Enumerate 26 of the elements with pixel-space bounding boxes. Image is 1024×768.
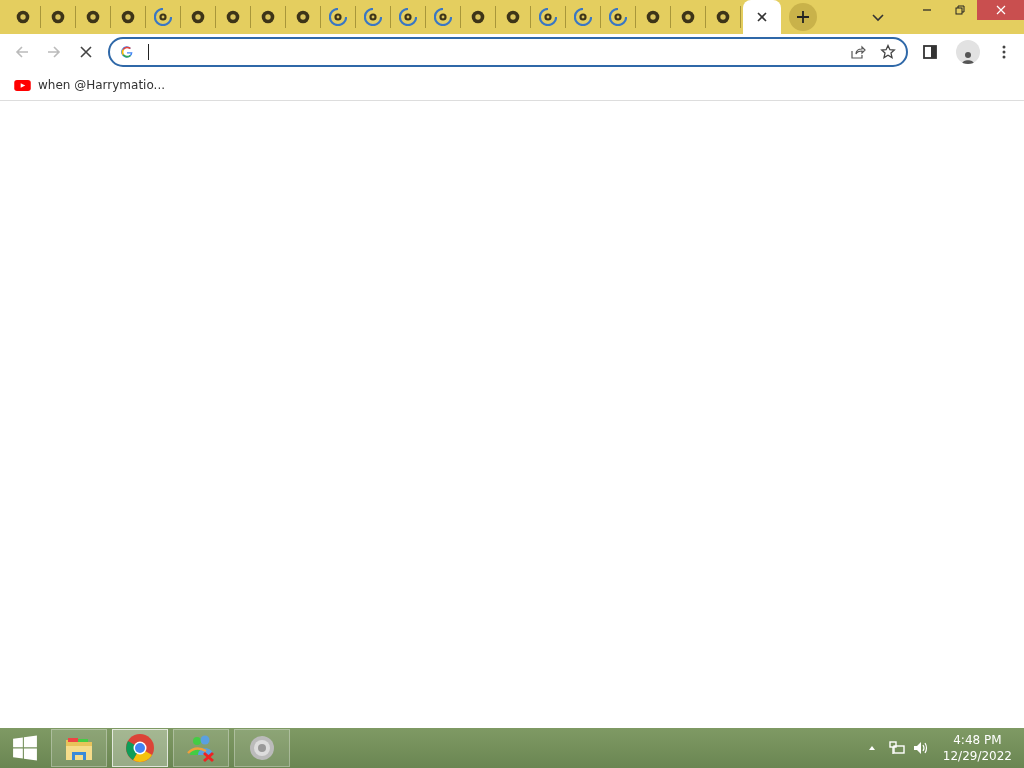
chrome-taskbar-button[interactable] bbox=[112, 729, 168, 767]
star-icon[interactable] bbox=[880, 44, 896, 60]
windows-start-icon[interactable] bbox=[12, 735, 38, 761]
restore-icon bbox=[954, 5, 965, 15]
bookmark-item[interactable]: when @Harrymatio... bbox=[14, 78, 165, 92]
text-cursor bbox=[148, 44, 149, 60]
video-play-icon bbox=[14, 79, 31, 91]
stop-loading-icon[interactable] bbox=[78, 44, 94, 60]
address-bar[interactable] bbox=[108, 37, 908, 67]
network-icon[interactable] bbox=[888, 740, 905, 756]
speaker-icon bbox=[247, 733, 277, 763]
profile-avatar[interactable] bbox=[956, 40, 980, 64]
share-icon[interactable] bbox=[850, 44, 866, 60]
people-icon bbox=[186, 733, 216, 763]
google-icon bbox=[120, 45, 134, 59]
chrome-icon bbox=[125, 733, 155, 763]
plus-icon bbox=[796, 10, 810, 24]
side-panel-icon[interactable] bbox=[922, 44, 938, 60]
clock-time: 4:48 PM bbox=[953, 732, 1002, 748]
close-icon[interactable] bbox=[755, 10, 769, 24]
explorer-taskbar-button[interactable] bbox=[51, 729, 107, 767]
new-tab-button[interactable] bbox=[789, 3, 817, 31]
volume-icon[interactable] bbox=[912, 740, 929, 756]
clock-date: 12/29/2022 bbox=[942, 748, 1012, 764]
browser-tab[interactable] bbox=[743, 0, 781, 34]
close-icon bbox=[995, 5, 1006, 15]
